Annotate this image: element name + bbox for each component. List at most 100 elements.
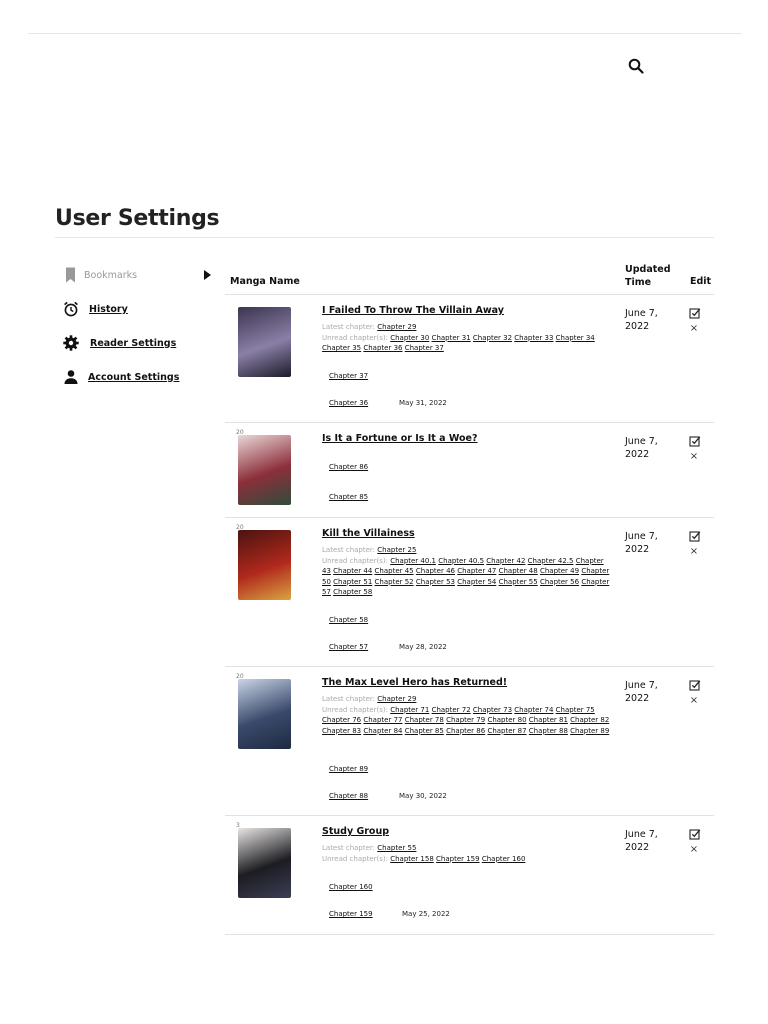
unread-chapter-link[interactable]: Chapter 76 bbox=[322, 716, 361, 724]
unread-chapter-link[interactable]: Chapter 42.5 bbox=[528, 557, 574, 565]
remove-icon[interactable]: × bbox=[689, 323, 699, 334]
unread-chapter-link[interactable]: Chapter 77 bbox=[363, 716, 402, 724]
unread-chapter-link[interactable]: Chapter 52 bbox=[375, 578, 414, 586]
updated-date-line: June 7, bbox=[625, 436, 658, 447]
sidebar-item-account-settings[interactable]: Account Settings bbox=[62, 368, 179, 386]
remove-icon[interactable]: × bbox=[689, 844, 699, 855]
unread-chapter-link[interactable]: Chapter 51 bbox=[333, 578, 372, 586]
chapter-link[interactable]: Chapter 89 bbox=[329, 765, 368, 773]
manga-info: I Failed To Throw The Villain Away Latest… bbox=[322, 305, 612, 354]
unread-chapter-link[interactable]: Chapter 35 bbox=[322, 344, 361, 352]
unread-chapter-link[interactable]: Chapter 79 bbox=[446, 716, 485, 724]
unread-chapter-link[interactable]: Chapter 86 bbox=[446, 727, 485, 735]
chapter-link[interactable]: Chapter 57 bbox=[329, 643, 368, 651]
latest-chapter-link[interactable]: Chapter 55 bbox=[377, 844, 416, 852]
unread-chapter-link[interactable]: Chapter 34 bbox=[556, 334, 595, 342]
unread-chapter-link[interactable]: Chapter 30 bbox=[390, 334, 429, 342]
unread-chapter-link[interactable]: Chapter 49 bbox=[540, 567, 579, 575]
unread-chapter-link[interactable]: Chapter 46 bbox=[416, 567, 455, 575]
unread-chapter-link[interactable]: Chapter 45 bbox=[375, 567, 414, 575]
unread-chapter-link[interactable]: Chapter 37 bbox=[405, 344, 444, 352]
unread-chapter-link[interactable]: Chapter 72 bbox=[432, 706, 471, 714]
cover-image[interactable] bbox=[238, 828, 291, 898]
bookmark-icon bbox=[66, 267, 75, 283]
chapter-link[interactable]: Chapter 58 bbox=[329, 616, 368, 624]
mark-read-icon[interactable] bbox=[689, 679, 701, 691]
sidebar-item-reader-settings[interactable]: Reader Settings bbox=[62, 334, 176, 352]
unread-chapter-link[interactable]: Chapter 78 bbox=[405, 716, 444, 724]
unread-chapter-link[interactable]: Chapter 160 bbox=[482, 855, 526, 863]
manga-info: The Max Level Hero has Returned! Latest c… bbox=[322, 677, 612, 736]
sidebar-item-history[interactable]: History bbox=[62, 300, 128, 318]
chapter-link[interactable]: Chapter 37 bbox=[329, 372, 368, 380]
unread-chapter-link[interactable]: Chapter 40.5 bbox=[438, 557, 484, 565]
latest-chapter-link[interactable]: Chapter 29 bbox=[377, 323, 416, 331]
sidebar-item-bookmarks[interactable]: Bookmarks bbox=[62, 266, 211, 284]
unread-chapter-link[interactable]: Chapter 36 bbox=[363, 344, 402, 352]
bookmarks-table: Manga Name Updated Time Edit I Failed To… bbox=[225, 260, 714, 935]
unread-chapter-link[interactable]: Chapter 54 bbox=[457, 578, 496, 586]
remove-icon[interactable]: × bbox=[689, 546, 699, 557]
mark-read-icon[interactable] bbox=[689, 307, 701, 319]
unread-chapter-link[interactable]: Chapter 58 bbox=[333, 588, 372, 596]
unread-chapter-link[interactable]: Chapter 74 bbox=[514, 706, 553, 714]
unread-chapter-link[interactable]: Chapter 31 bbox=[432, 334, 471, 342]
latest-chapter: Latest chapter: Chapter 55 bbox=[322, 843, 612, 853]
mark-read-icon[interactable] bbox=[689, 435, 701, 447]
unread-chapter-link[interactable]: Chapter 88 bbox=[529, 727, 568, 735]
latest-chapter-link[interactable]: Chapter 29 bbox=[377, 695, 416, 703]
unread-chapter-link[interactable]: Chapter 53 bbox=[416, 578, 455, 586]
unread-chapter-link[interactable]: Chapter 80 bbox=[487, 716, 526, 724]
unread-chapter-link[interactable]: Chapter 87 bbox=[487, 727, 526, 735]
unread-chapter-link[interactable]: Chapter 44 bbox=[333, 567, 372, 575]
unread-chapter-link[interactable]: Chapter 56 bbox=[540, 578, 579, 586]
remove-icon[interactable]: × bbox=[689, 451, 699, 462]
unread-chapter-link[interactable]: Chapter 42 bbox=[486, 557, 525, 565]
title-divider bbox=[55, 237, 714, 238]
manga-title-link[interactable]: The Max Level Hero has Returned! bbox=[322, 677, 612, 688]
table-row: 20 Kill the Villainess Latest chapter: Cha… bbox=[225, 518, 714, 667]
chapter-date: May 28, 2022 bbox=[399, 643, 447, 651]
unread-chapter-link[interactable]: Chapter 83 bbox=[322, 727, 361, 735]
unread-chapter-link[interactable]: Chapter 55 bbox=[499, 578, 538, 586]
unread-chapter-link[interactable]: Chapter 40.1 bbox=[390, 557, 436, 565]
unread-chapter-link[interactable]: Chapter 158 bbox=[390, 855, 434, 863]
unread-chapter-link[interactable]: Chapter 33 bbox=[514, 334, 553, 342]
cover-image[interactable] bbox=[238, 435, 291, 505]
cover-image[interactable] bbox=[238, 307, 291, 377]
manga-title-link[interactable]: I Failed To Throw The Villain Away bbox=[322, 305, 612, 316]
unread-chapter-link[interactable]: Chapter 75 bbox=[556, 706, 595, 714]
mark-read-icon[interactable] bbox=[689, 828, 701, 840]
chapter-link[interactable]: Chapter 86 bbox=[329, 463, 368, 471]
chapter-link[interactable]: Chapter 160 bbox=[329, 883, 373, 891]
manga-title-link[interactable]: Kill the Villainess bbox=[322, 528, 612, 539]
chapter-link[interactable]: Chapter 36 bbox=[329, 399, 368, 407]
cover-image[interactable] bbox=[238, 530, 291, 600]
unread-chapter-link[interactable]: Chapter 89 bbox=[570, 727, 609, 735]
latest-chapter-link[interactable]: Chapter 25 bbox=[377, 546, 416, 554]
unread-chapter-link[interactable]: Chapter 73 bbox=[473, 706, 512, 714]
chapter-link[interactable]: Chapter 159 bbox=[329, 910, 373, 918]
unread-chapter-link[interactable]: Chapter 32 bbox=[473, 334, 512, 342]
unread-chapter-link[interactable]: Chapter 84 bbox=[363, 727, 402, 735]
unread-chapter-link[interactable]: Chapter 81 bbox=[529, 716, 568, 724]
unread-chapter-link[interactable]: Chapter 47 bbox=[457, 567, 496, 575]
table-row: I Failed To Throw The Villain Away Latest… bbox=[225, 295, 714, 423]
chapter-link[interactable]: Chapter 88 bbox=[329, 792, 368, 800]
unread-chapter-link[interactable]: Chapter 159 bbox=[436, 855, 480, 863]
cover-image[interactable] bbox=[238, 679, 291, 749]
chapter-date: May 31, 2022 bbox=[399, 399, 447, 407]
unread-chapter-link[interactable]: Chapter 82 bbox=[570, 716, 609, 724]
chapter-link[interactable]: Chapter 85 bbox=[329, 493, 368, 501]
updated-year-line: 2022 bbox=[625, 693, 650, 704]
remove-icon[interactable]: × bbox=[689, 695, 699, 706]
search-icon[interactable] bbox=[627, 57, 645, 75]
latest-chapter-label: Latest chapter: bbox=[322, 844, 376, 853]
manga-title-link[interactable]: Is It a Fortune or Is It a Woe? bbox=[322, 433, 612, 444]
unread-chapter-link[interactable]: Chapter 71 bbox=[390, 706, 429, 714]
unread-chapter-link[interactable]: Chapter 85 bbox=[405, 727, 444, 735]
mark-read-icon[interactable] bbox=[689, 530, 701, 542]
unread-chapter-link[interactable]: Chapter 48 bbox=[499, 567, 538, 575]
caret-right-icon bbox=[204, 270, 211, 280]
manga-title-link[interactable]: Study Group bbox=[322, 826, 612, 837]
